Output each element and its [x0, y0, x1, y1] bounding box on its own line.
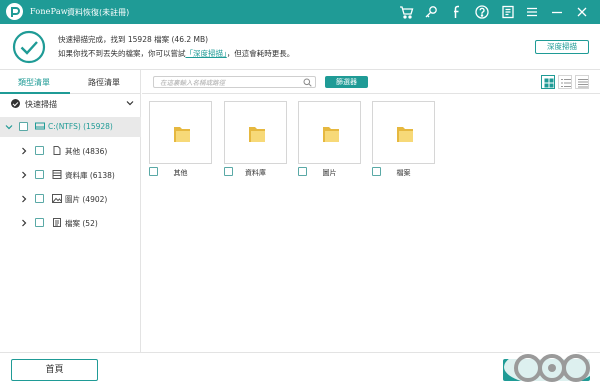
detail-view-icon	[578, 79, 588, 88]
chevron-right-icon[interactable]	[20, 171, 28, 179]
deep-scan-link[interactable]: 「深度掃描」	[186, 49, 227, 58]
images-checkbox[interactable]	[35, 194, 44, 203]
drive-icon	[35, 122, 45, 130]
menu-icon[interactable]	[524, 4, 540, 20]
folder-icon	[323, 127, 339, 142]
deep-scan-button[interactable]: 深度掃描	[535, 40, 589, 54]
search-box[interactable]	[153, 76, 316, 88]
folder-tile-database[interactable]: 資料庫	[224, 101, 287, 193]
grid-view-button[interactable]	[541, 75, 555, 89]
minimize-icon[interactable]	[549, 4, 565, 20]
app-name: FonePaw	[30, 7, 68, 16]
list-view-button[interactable]	[558, 75, 572, 89]
tree-row-images[interactable]: 圖片 (4902)	[0, 189, 141, 209]
tree-row-other[interactable]: 其他 (4836)	[0, 141, 141, 161]
search-input[interactable]	[160, 78, 300, 87]
tab-type-list[interactable]: 類型清單	[18, 77, 50, 88]
folder-thumbnail[interactable]	[372, 101, 435, 164]
chevron-down-icon	[126, 101, 134, 106]
folder-icon	[174, 127, 190, 142]
database-label: 資料庫 (6138)	[65, 171, 115, 180]
tile-label: 圖片	[322, 169, 337, 177]
tile-label: 資料庫	[245, 169, 266, 177]
documents-label: 檔案 (52)	[65, 219, 98, 228]
home-button[interactable]: 首頁	[11, 359, 98, 381]
tile-label: 檔案	[396, 169, 411, 177]
folder-icon	[249, 127, 265, 142]
filter-button[interactable]: 篩選器	[325, 76, 368, 88]
grid-view-icon	[544, 78, 554, 88]
document-icon	[53, 218, 61, 227]
chevron-right-icon[interactable]	[20, 219, 28, 227]
other-label: 其他 (4836)	[65, 147, 108, 156]
scan-hint-text: 如果你找不到丟失的檔案，你可以嘗試「深度掃描」，但這會耗時更長。	[58, 49, 295, 58]
tree-row-documents[interactable]: 檔案 (52)	[0, 213, 141, 233]
active-tab-indicator	[0, 92, 70, 94]
detail-view-button[interactable]	[575, 75, 589, 89]
facebook-icon[interactable]	[449, 4, 465, 20]
folder-thumbnail[interactable]	[149, 101, 212, 164]
watermark-logo-icon	[504, 349, 596, 385]
database-checkbox[interactable]	[35, 170, 44, 179]
folder-thumbnail[interactable]	[224, 101, 287, 164]
close-icon[interactable]	[574, 4, 590, 20]
scan-summary-header: 快速掃描完成，找到 15928 檔案 (46.2 MB) 如果你找不到丟失的檔案…	[0, 24, 600, 70]
sidebar: 類型清單 路徑清單 快速掃描 C:(NTFS) (15928) 其他 (4836…	[0, 70, 141, 352]
title-bar: FonePaw 資料恢復(未註冊)	[0, 0, 600, 24]
help-icon[interactable]	[474, 4, 490, 20]
file-icon	[53, 146, 61, 155]
folder-tile-documents[interactable]: 檔案	[372, 101, 435, 193]
other-checkbox[interactable]	[35, 146, 44, 155]
chevron-right-icon[interactable]	[20, 195, 28, 203]
tile-label: 其他	[173, 169, 188, 177]
tab-path-list[interactable]: 路徑清單	[88, 77, 120, 88]
folder-tile-images[interactable]: 圖片	[298, 101, 361, 193]
drive-label: C:(NTFS) (15928)	[48, 122, 113, 131]
list-view-icon	[561, 79, 571, 87]
chevron-down-icon[interactable]	[5, 123, 13, 131]
check-circle-icon	[11, 99, 20, 108]
tab-divider	[70, 93, 141, 94]
tree-row-drive[interactable]: C:(NTFS) (15928)	[0, 117, 141, 137]
fonepaw-logo-icon	[6, 3, 23, 20]
scan-result-text: 快速掃描完成，找到 15928 檔案 (46.2 MB)	[58, 35, 209, 44]
scan-complete-check-icon	[12, 30, 46, 64]
chevron-right-icon[interactable]	[20, 147, 28, 155]
key-icon[interactable]	[423, 4, 439, 20]
drive-checkbox[interactable]	[19, 122, 28, 131]
content-toolbar: 篩選器	[142, 70, 600, 94]
documents-checkbox[interactable]	[35, 218, 44, 227]
images-label: 圖片 (4902)	[65, 195, 108, 204]
sidebar-tabs: 類型清單 路徑清單	[0, 70, 141, 94]
folder-icon	[397, 127, 413, 142]
scan-mode-label: 快速掃描	[25, 100, 57, 109]
tree-row-database[interactable]: 資料庫 (6138)	[0, 165, 141, 185]
cart-icon[interactable]	[398, 4, 414, 20]
image-icon	[52, 194, 62, 203]
app-product-title: 資料恢復(未註冊)	[67, 8, 130, 17]
scan-mode-selector[interactable]: 快速掃描	[0, 96, 141, 112]
search-icon[interactable]	[303, 78, 312, 87]
database-icon	[52, 170, 62, 179]
folder-thumbnail[interactable]	[298, 101, 361, 164]
register-icon[interactable]	[500, 4, 516, 20]
folder-tile-other[interactable]: 其他	[149, 101, 212, 193]
file-browser: 篩選器 其他 資料庫 圖片 檔案	[142, 70, 600, 352]
